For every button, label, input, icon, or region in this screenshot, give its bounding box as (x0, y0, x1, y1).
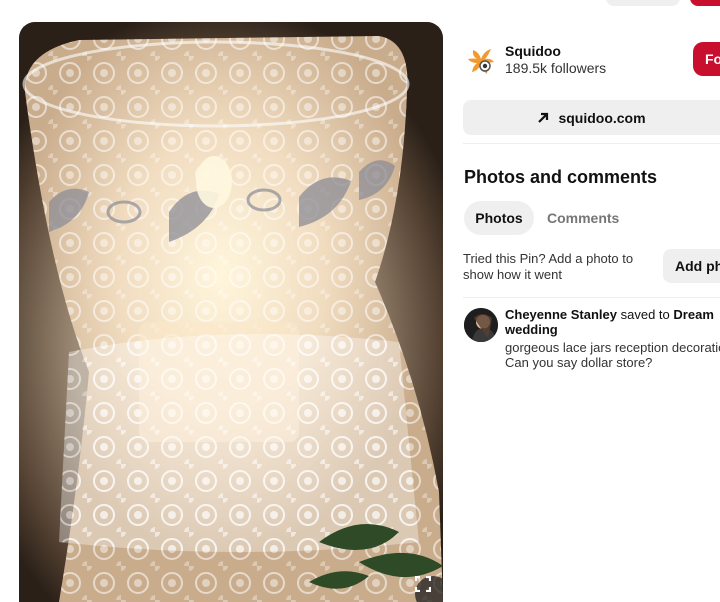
avatar-photo (464, 308, 498, 342)
activity-description-line: gorgeous lace jars reception decoratio (505, 340, 720, 355)
pin-image[interactable] (19, 22, 443, 602)
add-photo-button[interactable]: Add ph (663, 249, 720, 283)
tried-prompt: Tried this Pin? Add a photo to show how … (463, 251, 634, 282)
creator-followers: 189.5k followers (505, 60, 607, 76)
divider (463, 143, 720, 144)
activity-header: Cheyenne Stanley saved to Dream wedding (505, 307, 720, 337)
creator-name[interactable]: Squidoo (505, 43, 561, 59)
follow-button[interactable]: Fo (693, 42, 720, 76)
activity-description-line: Can you say dollar store? (505, 355, 653, 370)
activity-action: saved to (620, 307, 670, 322)
arrow-up-right-icon (538, 112, 549, 123)
activity-user[interactable]: Cheyenne Stanley (505, 307, 617, 322)
user-avatar[interactable] (464, 308, 498, 342)
visit-site-button[interactable]: squidoo.com (463, 100, 720, 135)
tab-comments[interactable]: Comments (547, 201, 619, 235)
activity-description: gorgeous lace jars reception decoratio C… (505, 340, 720, 370)
section-title: Photos and comments (464, 167, 658, 187)
squid-logo-icon (464, 44, 498, 78)
expand-button[interactable] (415, 576, 443, 602)
top-action-button[interactable] (606, 0, 680, 6)
tab-photos[interactable]: Photos (464, 201, 534, 235)
top-save-button[interactable] (690, 0, 720, 6)
lace-candle-jar-illustration (19, 22, 443, 602)
creator-avatar[interactable] (464, 44, 498, 78)
visit-site-label: squidoo.com (558, 109, 646, 126)
divider (463, 297, 720, 298)
